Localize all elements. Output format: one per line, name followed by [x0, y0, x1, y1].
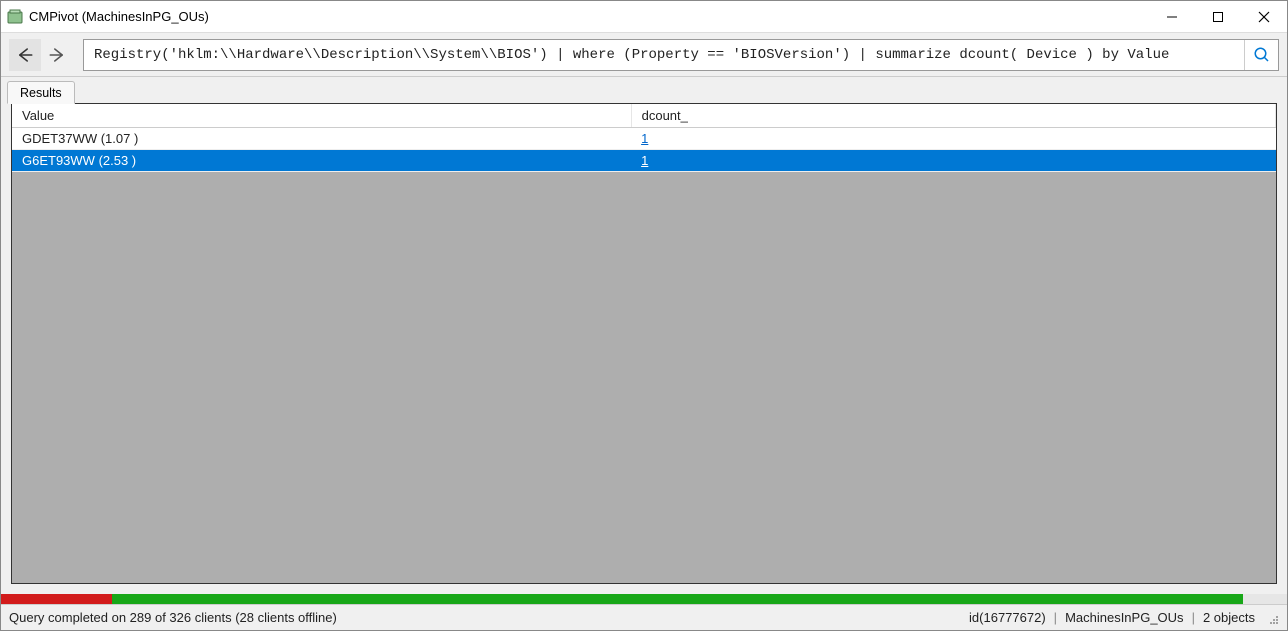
- window-controls: [1149, 1, 1287, 32]
- column-header-dcount[interactable]: dcount_: [631, 104, 1275, 128]
- progress-bar: [1, 594, 1287, 604]
- progress-remaining-segment: [1243, 594, 1287, 604]
- close-button[interactable]: [1241, 1, 1287, 32]
- arrow-right-icon: [48, 46, 66, 64]
- column-header-value[interactable]: Value: [12, 104, 631, 128]
- status-separator: |: [1190, 610, 1197, 625]
- resize-grip-icon[interactable]: [1265, 611, 1279, 625]
- status-separator: |: [1052, 610, 1059, 625]
- arrow-left-icon: [16, 46, 34, 64]
- results-grid: Value dcount_ GDET37WW (1.07 ) 1 G6ET93W…: [11, 103, 1277, 584]
- forward-button[interactable]: [41, 39, 73, 71]
- dcount-link[interactable]: 1: [641, 131, 648, 146]
- table-row[interactable]: G6ET93WW (2.53 ) 1: [12, 150, 1276, 172]
- query-input[interactable]: [84, 47, 1244, 63]
- tab-results[interactable]: Results: [7, 81, 75, 104]
- grid-header-row: Value dcount_: [12, 104, 1276, 128]
- progress-offline-segment: [1, 594, 112, 604]
- cell-value: G6ET93WW (2.53 ): [12, 150, 631, 172]
- cell-dcount: 1: [631, 150, 1275, 172]
- query-box: [83, 39, 1279, 71]
- back-button[interactable]: [9, 39, 41, 71]
- toolbar: [1, 33, 1287, 77]
- grid-empty-area: [12, 172, 1276, 583]
- cell-value: GDET37WW (1.07 ): [12, 128, 631, 150]
- search-icon: [1253, 46, 1271, 64]
- status-id: id(16777672): [969, 610, 1046, 625]
- app-icon: [7, 9, 23, 25]
- run-query-button[interactable]: [1244, 40, 1278, 70]
- dcount-link[interactable]: 1: [641, 153, 648, 168]
- results-area: Value dcount_ GDET37WW (1.07 ) 1 G6ET93W…: [1, 103, 1287, 594]
- minimize-button[interactable]: [1149, 1, 1195, 32]
- window-title: CMPivot (MachinesInPG_OUs): [29, 9, 1149, 24]
- status-objects: 2 objects: [1203, 610, 1255, 625]
- tab-strip: Results: [1, 77, 1287, 103]
- status-text: Query completed on 289 of 326 clients (2…: [9, 610, 969, 625]
- status-collection: MachinesInPG_OUs: [1065, 610, 1184, 625]
- titlebar: CMPivot (MachinesInPG_OUs): [1, 1, 1287, 33]
- statusbar: Query completed on 289 of 326 clients (2…: [1, 604, 1287, 630]
- cell-dcount: 1: [631, 128, 1275, 150]
- table-row[interactable]: GDET37WW (1.07 ) 1: [12, 128, 1276, 150]
- maximize-button[interactable]: [1195, 1, 1241, 32]
- progress-complete-segment: [112, 594, 1244, 604]
